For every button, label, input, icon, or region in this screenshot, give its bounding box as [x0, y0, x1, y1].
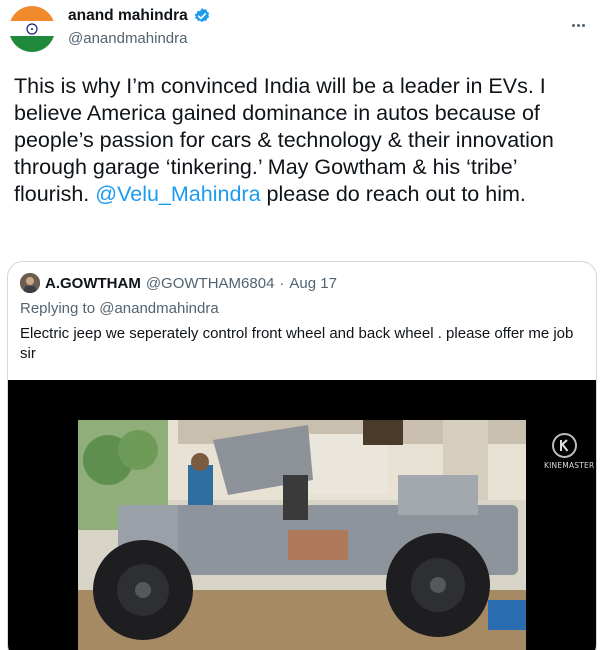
quoted-tweet-date[interactable]: Aug 17: [289, 275, 337, 292]
more-options-icon[interactable]: [572, 14, 588, 27]
jeep-photo: [78, 420, 526, 650]
video-player[interactable]: KINEMASTER: [8, 380, 596, 650]
tweet: anand mahindra @anandmahindra This is wh…: [0, 0, 600, 650]
meta-separator: ·: [279, 274, 285, 292]
quoted-tweet-header: A.GOWTHAM @GOWTHAM6804 · Aug 17: [20, 273, 337, 293]
quoted-tweet[interactable]: A.GOWTHAM @GOWTHAM6804 · Aug 17 Replying…: [7, 261, 597, 650]
author-avatar[interactable]: [9, 6, 55, 52]
tweet-text: This is why I’m convinced India will be …: [14, 73, 594, 208]
author-name[interactable]: anand mahindra: [68, 7, 188, 25]
kinemaster-logo-icon: [551, 433, 577, 458]
mention-link[interactable]: @Velu_Mahindra: [95, 182, 260, 206]
replying-to: Replying to @anandmahindra: [20, 300, 219, 317]
kinemaster-watermark: KINEMASTER: [544, 433, 595, 470]
india-flag-avatar-icon: [9, 6, 55, 52]
author-block: anand mahindra @anandmahindra: [68, 7, 211, 47]
author-handle[interactable]: @anandmahindra: [68, 30, 211, 47]
quoted-tweet-text: Electric jeep we seperately control fron…: [20, 325, 574, 362]
person-avatar-icon: [20, 273, 40, 293]
kinemaster-label: KINEMASTER: [544, 461, 595, 470]
tweet-text-end: please do reach out to him.: [260, 182, 526, 206]
quoted-author-name[interactable]: A.GOWTHAM: [45, 275, 141, 292]
quoted-author-avatar[interactable]: [20, 273, 40, 293]
quoted-author-handle[interactable]: @GOWTHAM6804: [146, 275, 275, 292]
verified-badge-icon: [194, 8, 209, 23]
